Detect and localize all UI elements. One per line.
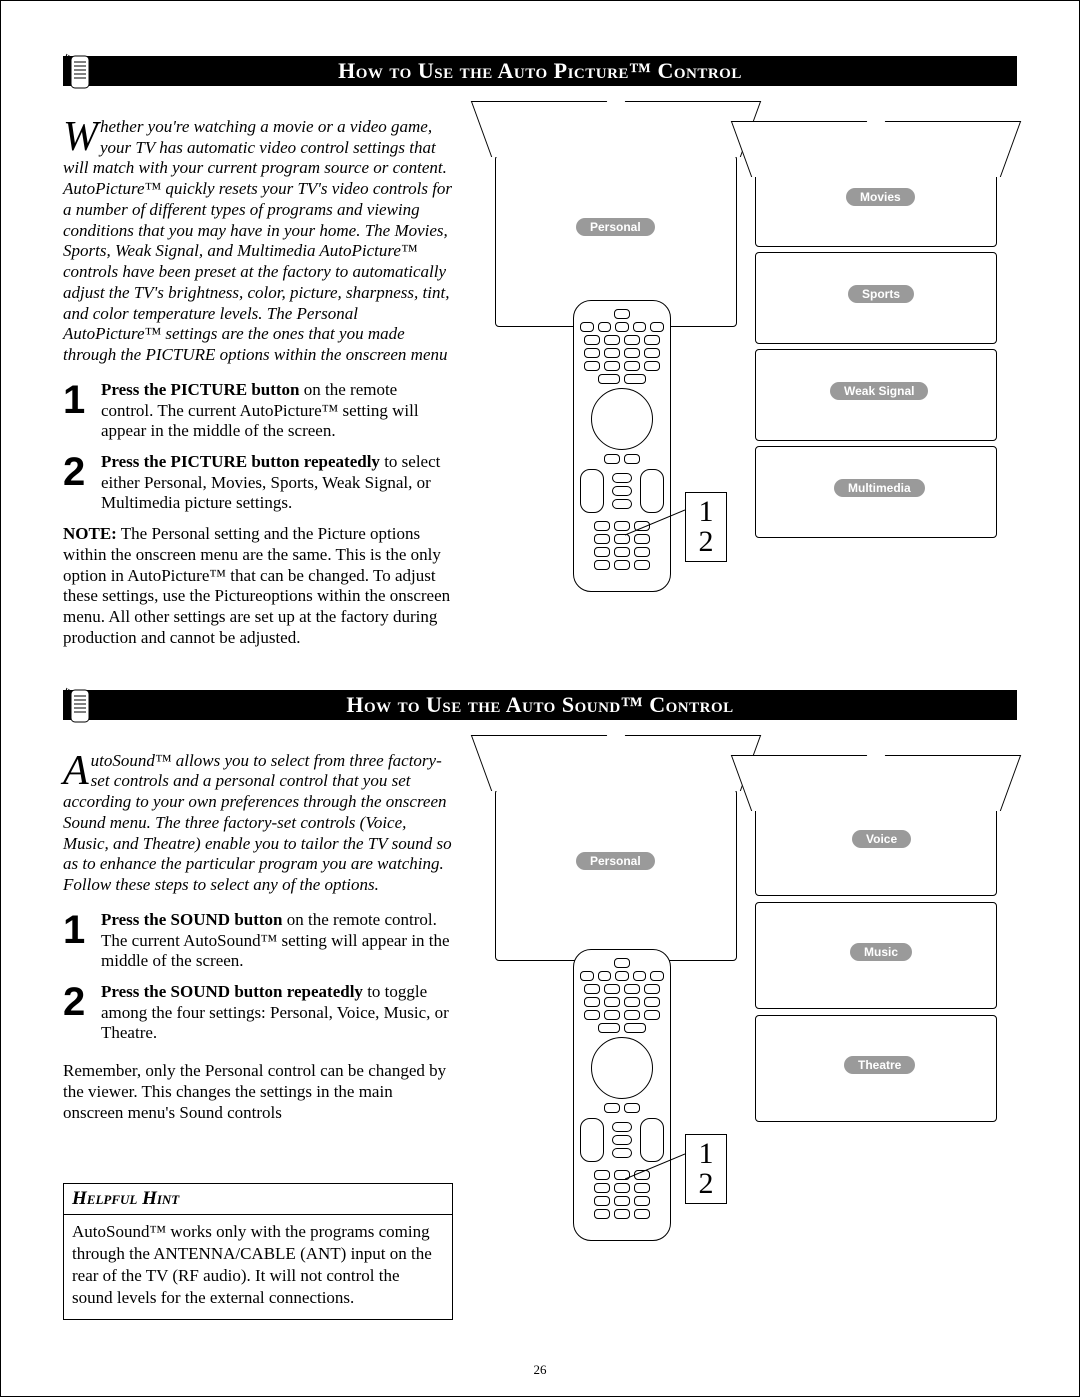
section2-illustration: Personal Voice Music Theatre: [475, 734, 1017, 1320]
note-body: The Personal setting and the Picture opt…: [63, 524, 450, 647]
pill-personal: Personal: [576, 852, 655, 870]
tv-screen: Personal: [495, 789, 737, 961]
callout-1: 1: [686, 1139, 726, 1169]
step-number: 1: [63, 380, 91, 442]
step-body: Press the SOUND button on the remote con…: [101, 910, 453, 972]
tv-screen: Theatre: [755, 1015, 997, 1122]
step-number: 2: [63, 982, 91, 1044]
callout-1: 1: [686, 497, 726, 527]
section1-illustration: Personal Movies Sports Weak Signal Multi…: [475, 100, 1017, 666]
autopicture-diagram: Personal Movies Sports Weak Signal Multi…: [475, 100, 1015, 600]
note-paragraph: NOTE: The Personal setting and the Pictu…: [63, 524, 453, 648]
section-title: How to Use the Auto Picture™ Control: [63, 58, 1017, 84]
pill-movies: Movies: [846, 188, 915, 206]
callout-line-icon: [625, 1149, 685, 1209]
pill-music: Music: [850, 943, 912, 961]
autosound-diagram: Personal Voice Music Theatre: [475, 734, 1015, 1254]
section-title: How to Use the Auto Sound™ Control: [63, 692, 1017, 718]
callout-numbers: 1 2: [685, 1134, 727, 1204]
pill-personal: Personal: [576, 218, 655, 236]
intro-paragraph: Whether you're watching a movie or a vid…: [63, 117, 453, 366]
step-bold: Press the SOUND button repeatedly: [101, 982, 363, 1001]
callout-line-icon: [625, 505, 685, 565]
remember-paragraph: Remember, only the Personal control can …: [63, 1061, 453, 1123]
tv-screen: Voice: [755, 789, 997, 896]
step-body: Press the PICTURE button on the remote c…: [101, 380, 453, 442]
tv-screen: Multimedia: [755, 446, 997, 538]
step-2: 2 Press the SOUND button repeatedly to t…: [63, 982, 453, 1044]
manual-page: How to Use the Auto Picture™ Control Whe…: [0, 0, 1080, 1397]
note-label: NOTE:: [63, 524, 117, 543]
pill-weak-signal: Weak Signal: [830, 382, 928, 400]
tv-screen: Sports: [755, 252, 997, 344]
section1-columns: Whether you're watching a movie or a vid…: [63, 100, 1017, 666]
hint-title: Helpful Hint: [64, 1184, 452, 1214]
page-number: 26: [1, 1362, 1079, 1378]
callout-2: 2: [686, 1169, 726, 1199]
remote-icon: [63, 52, 97, 90]
step-bold: Press the PICTURE button: [101, 380, 300, 399]
intro-paragraph: AutoSound™ allows you to select from thr…: [63, 751, 453, 896]
tv-screen: Movies: [755, 155, 997, 247]
section1-text: Whether you're watching a movie or a vid…: [63, 100, 453, 666]
pill-sports: Sports: [848, 285, 914, 303]
pill-multimedia: Multimedia: [834, 479, 925, 497]
step-bold: Press the SOUND button: [101, 910, 283, 929]
step-1: 1 Press the SOUND button on the remote c…: [63, 910, 453, 972]
section2-text: AutoSound™ allows you to select from thr…: [63, 734, 453, 1320]
step-body: Press the SOUND button repeatedly to tog…: [101, 982, 453, 1044]
section-header-autosound: How to Use the Auto Sound™ Control: [63, 690, 1017, 720]
hint-body: AutoSound™ works only with the programs …: [64, 1215, 452, 1319]
tv-screen: Weak Signal: [755, 349, 997, 441]
pill-voice: Voice: [852, 830, 911, 848]
remote-icon: [63, 686, 97, 724]
step-1: 1 Press the PICTURE button on the remote…: [63, 380, 453, 442]
pill-theatre: Theatre: [844, 1056, 915, 1074]
callout-2: 2: [686, 527, 726, 557]
helpful-hint-box: Helpful Hint AutoSound™ works only with …: [63, 1183, 453, 1320]
step-bold: Press the PICTURE button repeatedly: [101, 452, 380, 471]
step-number: 1: [63, 910, 91, 972]
section-header-autopicture: How to Use the Auto Picture™ Control: [63, 56, 1017, 86]
callout-numbers: 1 2: [685, 492, 727, 562]
step-number: 2: [63, 452, 91, 514]
step-body: Press the PICTURE button repeatedly to s…: [101, 452, 453, 514]
section2-columns: AutoSound™ allows you to select from thr…: [63, 734, 1017, 1320]
tv-screen: Music: [755, 902, 997, 1009]
step-2: 2 Press the PICTURE button repeatedly to…: [63, 452, 453, 514]
